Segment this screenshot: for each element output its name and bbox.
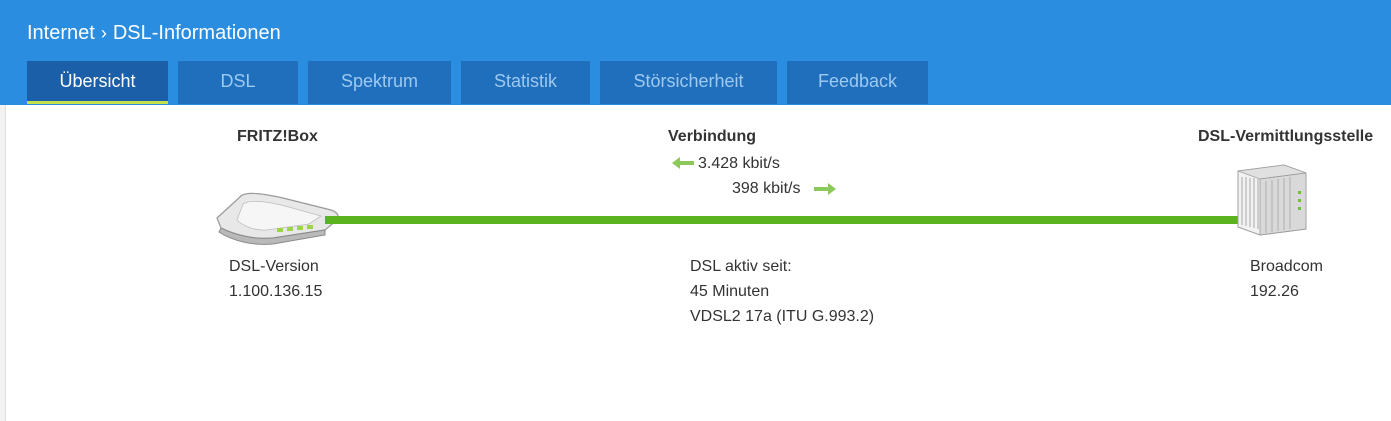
tab-statistik[interactable]: Statistik <box>461 61 590 104</box>
dsl-version-label: DSL-Version <box>229 258 319 275</box>
upstream-rate: 398 kbit/s <box>732 180 801 197</box>
header-bar: Internet › DSL-Informationen Übersicht DSL… <box>0 0 1391 105</box>
arrow-right-icon <box>814 183 836 195</box>
fritzbox-router-icon <box>216 192 339 245</box>
tab-feedback[interactable]: Feedback <box>787 61 928 104</box>
tab-spektrum[interactable]: Spektrum <box>308 61 451 104</box>
breadcrumb-separator: › <box>100 23 107 43</box>
tab-uebersicht[interactable]: Übersicht <box>27 61 168 104</box>
dsl-active-duration: 45 Minuten <box>690 283 770 300</box>
dsl-version-value: 1.100.136.15 <box>229 283 323 300</box>
left-border <box>0 105 6 421</box>
connection-title: Verbindung <box>668 128 756 145</box>
tab-stoersicherheit[interactable]: Störsicherheit <box>600 61 777 104</box>
vendor-value: 192.26 <box>1250 283 1299 300</box>
dsl-standard: VDSL2 17a (ITU G.993.2) <box>690 308 875 325</box>
tab-dsl[interactable]: DSL <box>178 61 298 104</box>
fritzbox-title: FRITZ!Box <box>237 128 318 145</box>
downstream-rate: 3.428 kbit/s <box>698 155 780 172</box>
breadcrumb: Internet › DSL-Informationen <box>27 20 281 46</box>
breadcrumb-internet[interactable]: Internet <box>27 22 95 44</box>
arrow-left-icon <box>672 157 694 169</box>
connection-line <box>325 216 1245 224</box>
exchange-title: DSL-Vermittlungsstelle <box>1198 128 1374 145</box>
breadcrumb-current-page: DSL-Informationen <box>112 22 281 44</box>
dsl-active-label: DSL aktiv seit: <box>690 258 792 275</box>
dslam-rack-icon <box>1237 164 1307 236</box>
vendor-label: Broadcom <box>1250 258 1323 275</box>
